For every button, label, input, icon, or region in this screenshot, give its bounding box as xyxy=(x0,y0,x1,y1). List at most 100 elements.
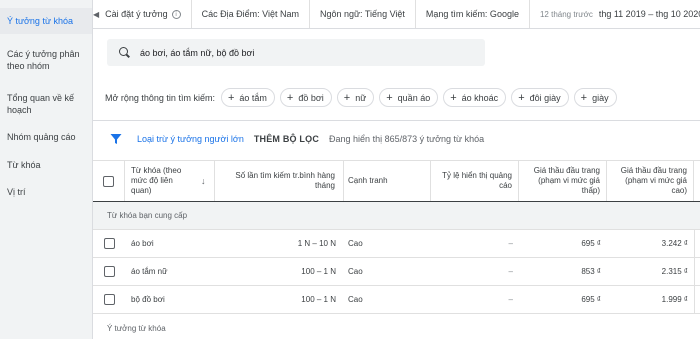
row-checkbox[interactable] xyxy=(103,238,115,249)
location-label: Các Địa Điểm: Việt Nam xyxy=(201,9,299,19)
divider xyxy=(93,120,700,121)
chip-label: đôi giày xyxy=(529,92,561,103)
chip-label: giày xyxy=(592,92,609,103)
idea-settings[interactable]: Cài đặt ý tưởng i xyxy=(99,0,192,28)
broaden-chip[interactable]: + quần áo xyxy=(379,88,439,107)
network-setting[interactable]: Mạng tìm kiếm: Google xyxy=(416,0,530,28)
row-select-cell xyxy=(93,286,125,313)
add-filter-button[interactable]: THÊM BỘ LỌC xyxy=(254,134,319,144)
chip-label: nữ xyxy=(355,92,367,103)
sidebar-item-grouped-ideas[interactable]: Các ý tưởng phân theo nhóm xyxy=(0,42,92,78)
bid-low-cell: 853 ₫ xyxy=(581,266,601,276)
plus-icon: + xyxy=(227,91,235,104)
keyword-cell: áo bơi xyxy=(131,238,154,248)
search-icon xyxy=(119,47,130,58)
select-all-checkbox[interactable] xyxy=(103,175,114,187)
competition-cell: Cao xyxy=(348,266,363,276)
header-bid-high[interactable]: Giá thầu đầu trang (phạm vi mức giá cao) xyxy=(607,161,694,201)
header-avg-searches[interactable]: Số lần tìm kiếm tr.bình hàng tháng xyxy=(215,161,344,201)
header-keyword-label: Từ khóa (theo mức độ liên quan) xyxy=(131,166,182,195)
header-avg-searches-label: Số lần tìm kiếm tr.bình hàng tháng xyxy=(235,171,335,190)
column-divider xyxy=(694,258,695,285)
sidebar-item-ad-groups[interactable]: Nhóm quảng cáo xyxy=(0,125,92,149)
header-keyword[interactable]: Từ khóa (theo mức độ liên quan) ↓ xyxy=(125,161,215,201)
bid-high-cell: 2.315 ₫ xyxy=(661,266,688,276)
chip-label: áo khoác xyxy=(461,92,499,103)
bid-low-cell: 695 ₫ xyxy=(581,238,601,248)
keyword-table: Từ khóa (theo mức độ liên quan) ↓ Số lần… xyxy=(93,160,700,339)
language-label: Ngôn ngữ: Tiếng Việt xyxy=(320,9,405,19)
broaden-chip[interactable]: + áo tắm xyxy=(220,88,275,107)
idea-settings-label: Cài đặt ý tưởng xyxy=(105,9,168,19)
sidebar-item-keywords[interactable]: Từ khóa xyxy=(0,153,92,177)
settings-bar: ◀ Cài đặt ý tưởng i Các Địa Điểm: Việt N… xyxy=(93,0,700,29)
row-select-cell xyxy=(93,258,125,285)
plus-icon: + xyxy=(580,91,588,104)
header-bid-low-label: Giá thầu đầu trang (phạm vi mức giá thấp… xyxy=(533,166,600,195)
bid-high-cell: 3.242 ₫ xyxy=(661,238,688,248)
broaden-search-row: Mở rộng thông tin tìm kiếm: + áo tắm + đồ … xyxy=(105,87,622,108)
competition-cell: Cao xyxy=(348,294,363,304)
row-checkbox[interactable] xyxy=(103,294,115,305)
results-count: Đang hiển thị 865/873 ý tưởng từ khóa xyxy=(329,134,485,144)
header-select-cell xyxy=(93,161,125,201)
broaden-chip[interactable]: + áo khoác xyxy=(443,88,507,107)
table-row[interactable]: áo bơi 1 N – 10 N Cao – 695 ₫ 3.242 ₫ xyxy=(93,230,700,258)
broaden-chip[interactable]: + nữ xyxy=(336,88,375,107)
row-select-cell xyxy=(93,230,125,257)
header-competition[interactable]: Cạnh tranh xyxy=(344,161,431,201)
column-divider xyxy=(694,230,695,257)
table-row[interactable]: bộ đồ bơi 100 – 1 N Cao – 695 ₫ 1.999 ₫ xyxy=(93,286,700,314)
plus-icon: + xyxy=(343,91,351,104)
plus-icon: + xyxy=(386,91,393,104)
avg-searches-cell: 100 – 1 N xyxy=(301,294,336,304)
header-impression-share-label: Tỷ lệ hiển thị quảng cáo xyxy=(442,171,512,190)
plus-icon: + xyxy=(286,91,294,104)
filter-row: Loại trừ ý tưởng người lớn THÊM BỘ LỌC Đ… xyxy=(110,130,484,148)
location-setting[interactable]: Các Địa Điểm: Việt Nam xyxy=(192,0,310,28)
header-competition-label: Cạnh tranh xyxy=(348,176,388,185)
group-provided-keywords: Từ khóa bạn cung cấp xyxy=(93,202,700,230)
impression-share-cell: – xyxy=(508,266,513,276)
column-divider xyxy=(694,286,695,313)
competition-cell: Cao xyxy=(348,238,363,248)
plus-icon: + xyxy=(518,91,525,104)
date-range-value: thg 11 2019 – thg 10 2020 xyxy=(598,9,700,19)
chip-label: đồ bơi xyxy=(298,92,324,103)
table-row[interactable]: áo tắm nữ 100 – 1 N Cao – 853 ₫ 2.315 ₫ xyxy=(93,258,700,286)
sidebar: Ý tưởng từ khóa Các ý tưởng phân theo nh… xyxy=(0,0,93,339)
broaden-chip[interactable]: + giày xyxy=(573,88,617,107)
sidebar-item-plan-overview[interactable]: Tổng quan về kế hoạch xyxy=(0,86,92,122)
group-keyword-ideas: Ý tưởng từ khóa xyxy=(107,323,166,333)
plus-icon: + xyxy=(450,91,457,104)
header-bid-low[interactable]: Giá thầu đầu trang (phạm vi mức giá thấp… xyxy=(519,161,607,201)
broaden-chip[interactable]: + đôi giày xyxy=(511,88,569,107)
header-bid-high-label: Giá thầu đầu trang (phạm vi mức giá cao) xyxy=(620,166,687,195)
language-setting[interactable]: Ngôn ngữ: Tiếng Việt xyxy=(310,0,416,28)
bid-high-cell: 1.999 ₫ xyxy=(661,294,688,304)
sidebar-item-keyword-ideas[interactable]: Ý tưởng từ khóa xyxy=(0,8,92,34)
table-header: Từ khóa (theo mức độ liên quan) ↓ Số lần… xyxy=(93,160,700,202)
keyword-cell: bộ đồ bơi xyxy=(131,294,165,304)
broaden-search-label: Mở rộng thông tin tìm kiếm: xyxy=(105,92,215,103)
funnel-icon[interactable] xyxy=(110,133,122,145)
arrow-down-icon[interactable]: ↓ xyxy=(201,176,206,186)
network-label: Mạng tìm kiếm: Google xyxy=(425,9,519,19)
impression-share-cell: – xyxy=(508,238,513,248)
broaden-chip[interactable]: + đồ bơi xyxy=(279,88,332,107)
avg-searches-cell: 1 N – 10 N xyxy=(297,238,336,248)
search-input[interactable]: áo bơi, áo tắm nữ, bộ đồ bơi xyxy=(140,48,254,58)
sidebar-item-locations[interactable]: Vị trí xyxy=(0,180,92,204)
bid-low-cell: 695 ₫ xyxy=(581,294,601,304)
header-impression-share[interactable]: Tỷ lệ hiển thị quảng cáo xyxy=(431,161,519,201)
keyword-search-box[interactable]: áo bơi, áo tắm nữ, bộ đồ bơi xyxy=(107,39,485,66)
date-range-label: 12 tháng trước xyxy=(539,9,593,19)
chip-label: quần áo xyxy=(397,92,431,103)
keyword-cell: áo tắm nữ xyxy=(131,266,168,276)
info-icon[interactable]: i xyxy=(171,9,181,19)
avg-searches-cell: 100 – 1 N xyxy=(301,266,336,276)
row-checkbox[interactable] xyxy=(103,266,115,277)
impression-share-cell: – xyxy=(508,294,513,304)
exclude-adult-ideas-filter[interactable]: Loại trừ ý tưởng người lớn xyxy=(137,134,244,144)
date-range-setting[interactable]: 12 tháng trước thg 11 2019 – thg 10 2020 xyxy=(530,0,700,28)
